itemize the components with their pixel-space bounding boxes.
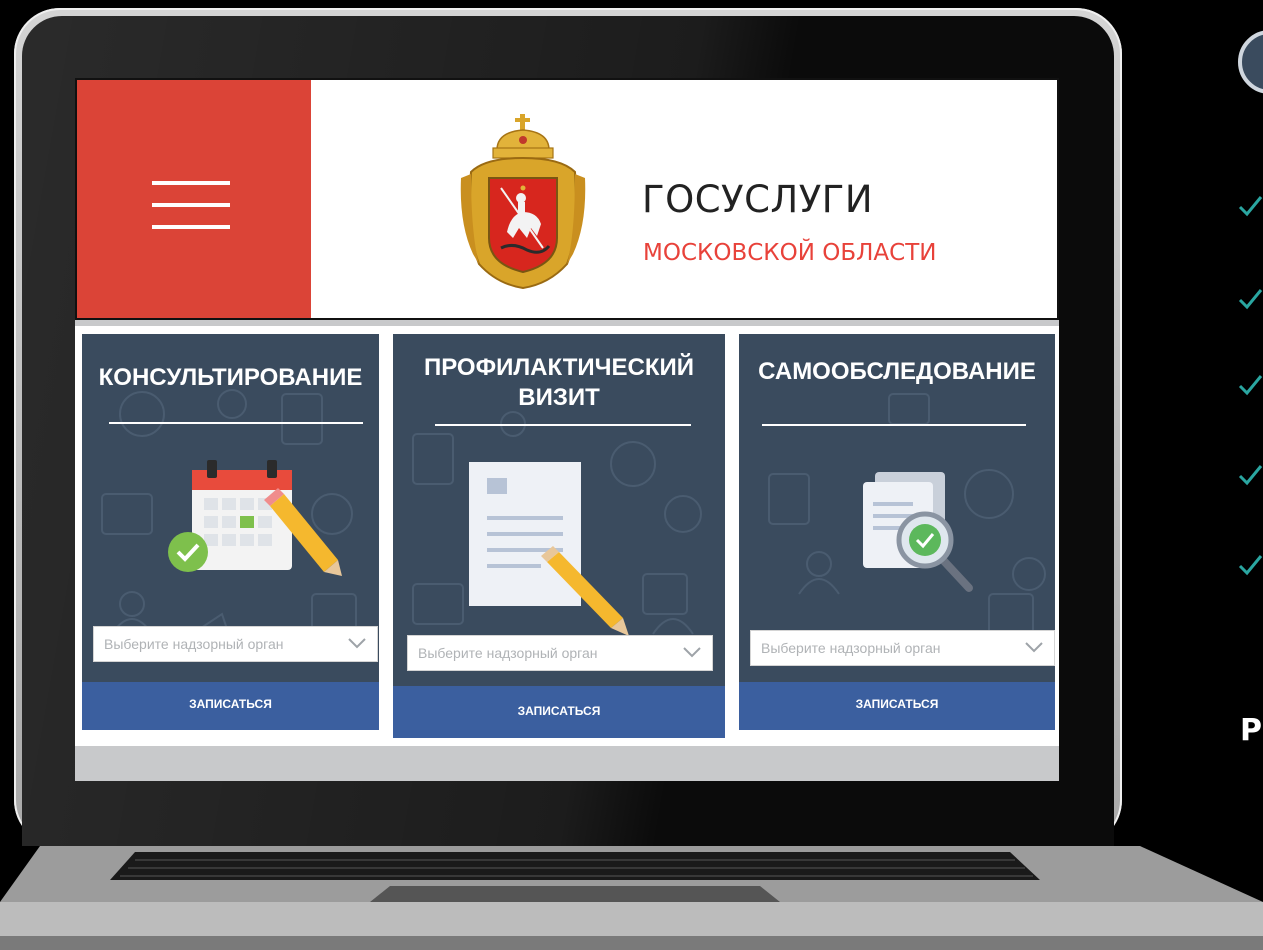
laptop-keyboard-deck <box>0 846 1263 950</box>
checkmark-icon <box>1238 289 1263 310</box>
brand-subtitle: МОСКОВСКОЙ ОБЛАСТИ <box>643 240 937 266</box>
signup-button[interactable]: ЗАПИСАТЬСЯ <box>739 682 1055 730</box>
card-title: ПРОФИЛАКТИЧЕСКИЙ <box>423 354 695 381</box>
card-title: КОНСУЛЬТИРОВАНИЕ <box>98 364 363 391</box>
authority-select[interactable]: Выберите надзорный орган <box>407 635 713 671</box>
browser-screen: ГОСУСЛУГИ МОСКОВСКОЙ ОБЛАСТИ КОНСУЛЬТИРО… <box>75 78 1059 781</box>
partial-heading-letter: Р <box>1240 713 1262 748</box>
signup-button[interactable]: ЗАПИСАТЬСЯ <box>82 682 379 730</box>
title-divider <box>762 424 1026 426</box>
service-cards: КОНСУЛЬТИРОВАНИЕ Выберите надзорный орга… <box>75 326 1059 746</box>
card-consulting: КОНСУЛЬТИРОВАНИЕ Выберите надзорный орга… <box>82 334 379 730</box>
card-title: САМООБСЛЕДОВАНИЕ <box>758 358 1036 385</box>
signup-button[interactable]: ЗАПИСАТЬСЯ <box>393 686 725 738</box>
chevron-down-icon <box>683 647 701 658</box>
checkmark-icon <box>1238 375 1263 396</box>
document-icon <box>469 462 629 636</box>
card-preventive-visit: ПРОФИЛАКТИЧЕСКИЙ ВИЗИТ Выберите надзорны… <box>393 334 725 738</box>
title-divider <box>435 424 691 426</box>
checkmark-icon <box>1238 555 1263 576</box>
select-placeholder: Выберите надзорный орган <box>761 640 941 656</box>
chevron-down-icon <box>1025 642 1043 653</box>
hamburger-menu-button[interactable] <box>152 181 230 229</box>
select-placeholder: Выберите надзорный орган <box>104 636 284 652</box>
chevron-down-icon <box>348 638 366 649</box>
card-self-assessment: САМООБСЛЕДОВАНИЕ Выберите надзорный орга… <box>739 334 1055 730</box>
calendar-icon <box>168 460 342 576</box>
site-header: ГОСУСЛУГИ МОСКОВСКОЙ ОБЛАСТИ <box>75 78 1059 320</box>
card-title-line-2: ВИЗИТ <box>518 384 600 411</box>
magnifier-document-icon <box>863 472 973 592</box>
checkmark-icon <box>1238 196 1263 217</box>
checkmark-icon <box>1238 465 1263 486</box>
authority-select[interactable]: Выберите надзорный орган <box>93 626 378 662</box>
authority-select[interactable]: Выберите надзорный орган <box>750 630 1055 666</box>
title-divider <box>109 422 363 424</box>
logo-badge-icon <box>1238 30 1263 94</box>
select-placeholder: Выберите надзорный орган <box>418 645 598 661</box>
menu-panel <box>77 80 311 318</box>
moscow-oblast-emblem-icon <box>460 114 586 290</box>
brand-title: ГОСУСЛУГИ <box>642 178 874 221</box>
